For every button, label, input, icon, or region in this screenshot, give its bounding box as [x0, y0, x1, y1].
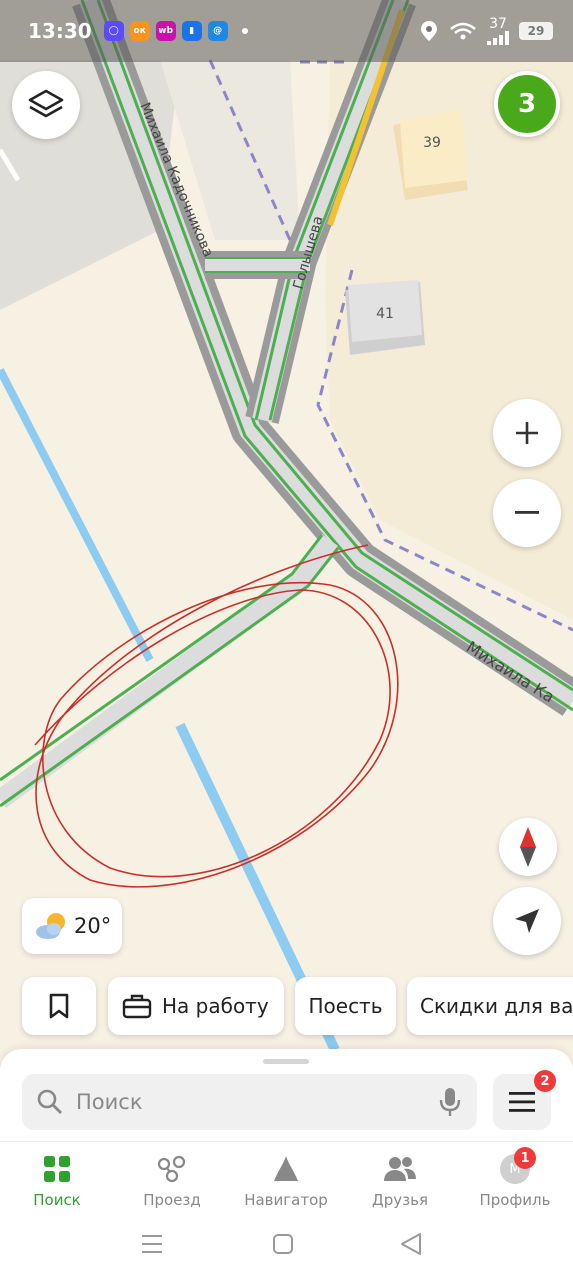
transit-icon	[157, 1155, 186, 1183]
minus-icon	[515, 511, 539, 514]
bottom-tab-bar: Поиск Проезд Навигатор Друзья М 1 Профил…	[0, 1147, 573, 1209]
divider	[0, 1141, 573, 1142]
navigation-arrow-icon	[515, 909, 539, 933]
signal-value: 37	[489, 16, 507, 32]
bottom-sheet: Поиск 2 Поиск Проезд Навигатор Друзья М …	[0, 1049, 573, 1280]
notification-icons: ◯ ок wb ▮ @	[103, 21, 228, 41]
wb-app-icon: wb	[155, 21, 176, 41]
more-notifications-dot	[241, 28, 248, 34]
compass-button[interactable]	[499, 818, 557, 876]
search-placeholder: Поиск	[76, 1090, 143, 1114]
home-icon[interactable]	[273, 1234, 293, 1254]
deals-chip[interactable]: Скидки для ва	[407, 977, 573, 1035]
compass-icon	[520, 827, 536, 867]
weather-widget[interactable]: 20°	[22, 898, 122, 954]
tab-friends[interactable]: Друзья	[345, 1149, 455, 1209]
menu-notification-badge: 2	[534, 1070, 556, 1092]
eat-label: Поесть	[308, 994, 383, 1018]
tab-label: Друзья	[372, 1191, 428, 1209]
mail-app-icon: @	[207, 21, 228, 41]
wifi-icon	[450, 22, 476, 40]
building-number: 39	[423, 135, 441, 151]
ms-app-icon: ▮	[181, 21, 202, 41]
tab-label: Навигатор	[244, 1191, 328, 1209]
plus-icon	[516, 422, 538, 444]
to-work-chip[interactable]: На работу	[108, 977, 284, 1035]
menu-button[interactable]: 2	[493, 1070, 556, 1130]
ok-app-icon: ок	[129, 21, 150, 41]
tab-transit[interactable]: Проезд	[117, 1149, 227, 1209]
signal-indicator: 37	[487, 17, 509, 45]
briefcase-icon	[122, 994, 152, 1019]
battery-icon: 29	[519, 22, 553, 40]
search-bar[interactable]: Поиск	[22, 1074, 477, 1130]
tab-label: Профиль	[479, 1191, 551, 1209]
layers-button[interactable]	[12, 71, 80, 139]
to-work-label: На работу	[162, 994, 269, 1018]
system-navigation-bar	[0, 1219, 573, 1269]
deals-label: Скидки для ва	[420, 994, 573, 1018]
bookmark-icon	[49, 993, 69, 1019]
status-bar: 13:30 ◯ ок wb ▮ @ 37 29	[0, 0, 573, 62]
weather-temperature: 20°	[74, 914, 112, 938]
grid-icon	[44, 1156, 70, 1182]
sheet-grabber[interactable]	[263, 1059, 309, 1064]
recent-apps-icon[interactable]	[142, 1235, 162, 1253]
tab-search[interactable]: Поиск	[2, 1149, 112, 1209]
eat-chip[interactable]: Поесть	[295, 977, 396, 1035]
profile-notification-badge: 1	[514, 1147, 536, 1169]
search-icon	[37, 1089, 62, 1114]
tab-label: Проезд	[143, 1191, 201, 1209]
friends-icon	[384, 1157, 416, 1181]
building-number: 41	[376, 306, 394, 322]
microphone-icon[interactable]	[439, 1087, 461, 1117]
tab-profile[interactable]: М 1 Профиль	[460, 1147, 570, 1209]
navigator-icon	[274, 1156, 298, 1181]
location-icon	[421, 21, 437, 41]
zoom-out-button[interactable]	[493, 479, 561, 547]
layers-icon	[28, 89, 64, 118]
sun-behind-cloud-icon	[36, 913, 65, 939]
tab-navigator[interactable]: Навигатор	[231, 1149, 341, 1209]
hamburger-icon	[509, 1092, 535, 1112]
my-location-button[interactable]	[493, 887, 561, 955]
user-level-badge[interactable]: 3	[494, 71, 560, 137]
zoom-in-button[interactable]	[493, 399, 561, 467]
signal-bars-icon	[487, 31, 509, 45]
back-icon[interactable]	[401, 1233, 421, 1255]
bookmarks-chip[interactable]	[22, 977, 96, 1035]
status-time: 13:30	[28, 19, 92, 43]
tab-label: Поиск	[33, 1191, 81, 1209]
messenger-app-icon: ◯	[103, 21, 124, 41]
